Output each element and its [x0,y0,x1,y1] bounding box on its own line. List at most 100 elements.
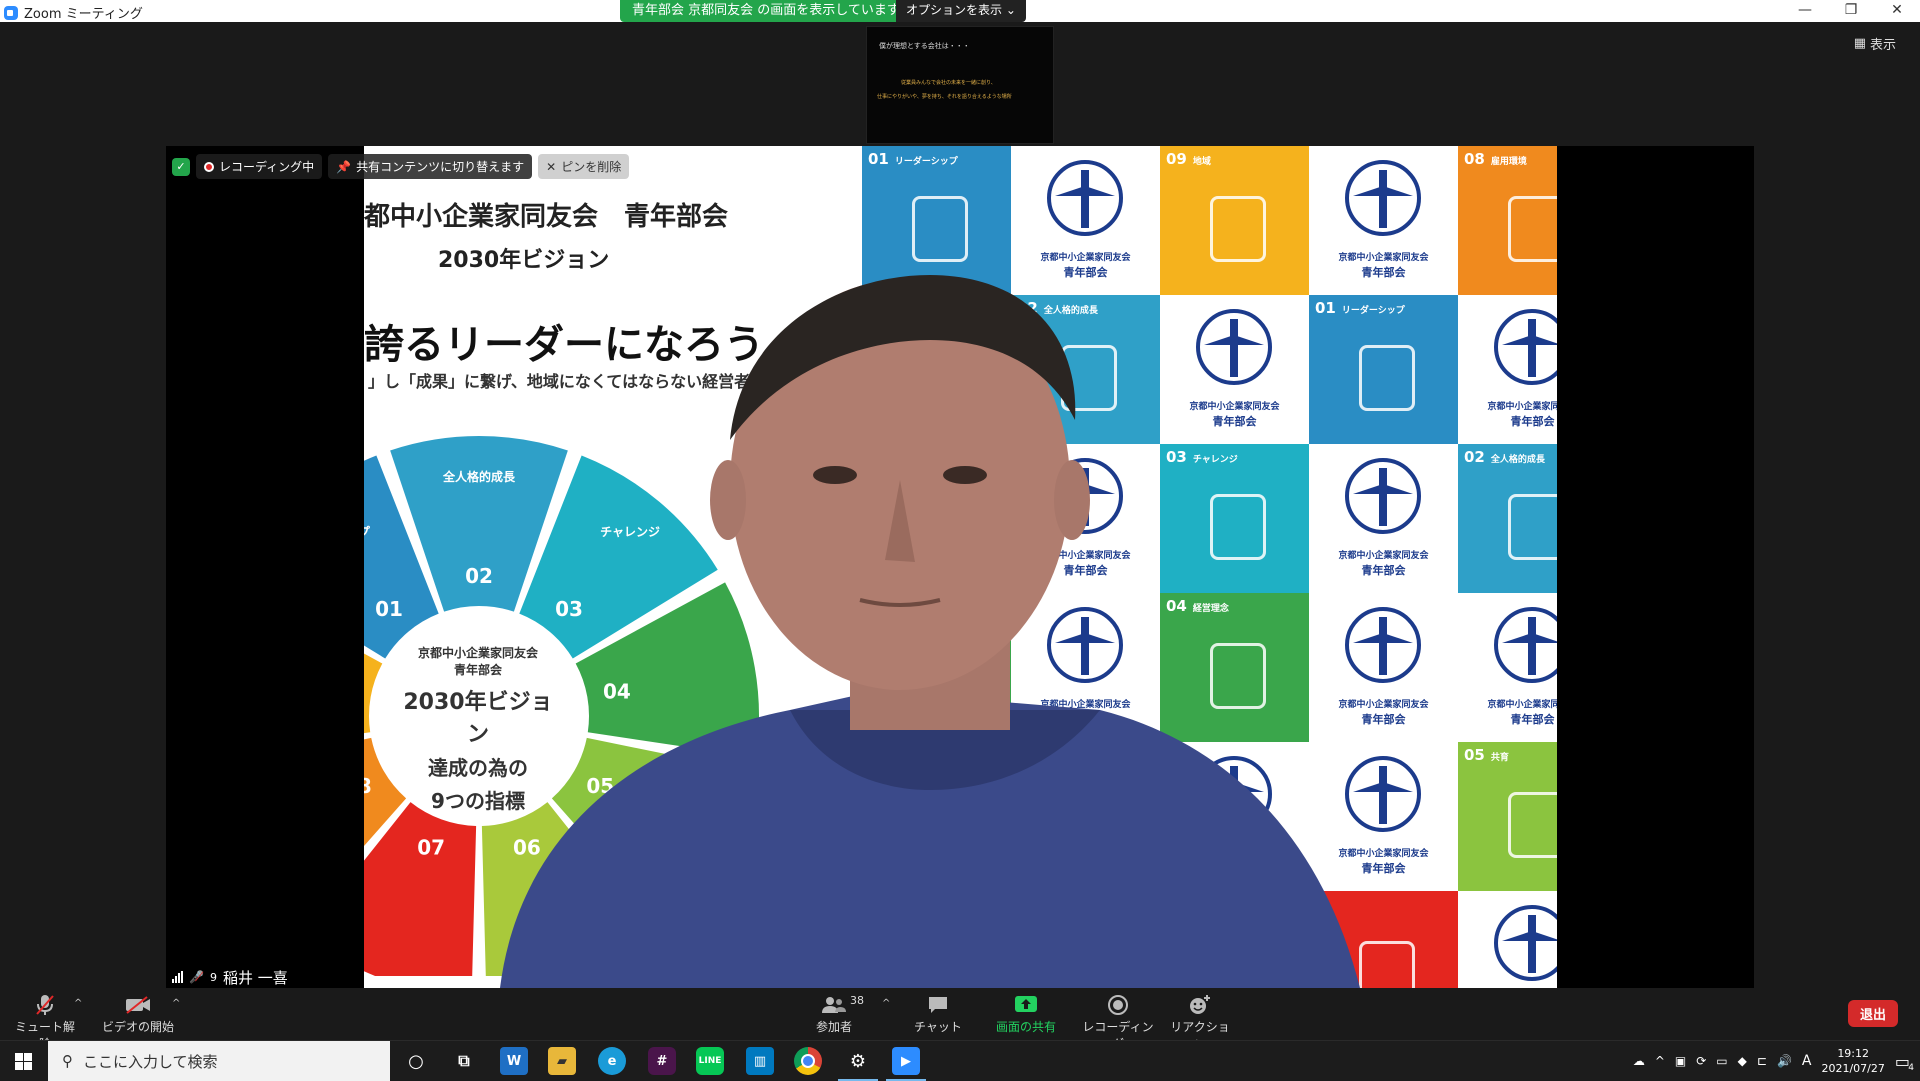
mic-muted-icon: 🎤̸ [189,970,204,984]
slack-icon[interactable]: # [648,1047,676,1075]
volume-icon[interactable]: 🔊 [1777,1054,1792,1068]
meeting-toolbar: ミュート解除 ^ ビデオの開始 ^ 参加者 38 ^ チャット 画面の共有 レコ… [0,988,1920,1051]
start-button[interactable] [0,1041,46,1081]
thumbnail-line3: 仕事にやりがいや、夢を持ち、それを語り合えるような場所 [877,94,1012,100]
tile-caption: 共育 [1490,753,1509,763]
window-title-bar: Zoom ミーティング 青年部会 京都同友会 の画面を表示しています オプション… [0,0,1920,22]
tile-pictogram-icon [1508,494,1557,560]
tile-pictogram-icon [912,196,968,262]
participant-name-tag: 🎤̸ 9 稲井 一喜 [166,966,294,988]
word-app-icon[interactable]: W [500,1047,528,1075]
view-label: 表示 [1869,38,1896,53]
thumbnail-line1: 僕が理想とする会社は・・・ [879,42,970,50]
view-button[interactable]: ▦ 表示 [1854,34,1896,53]
record-icon [1080,992,1156,1018]
logo-org-name: 京都中小企業家同友会 [1487,700,1557,710]
tray-app-icon[interactable]: ▣ [1675,1054,1686,1068]
doyukai-logo-icon [1494,309,1557,385]
tile-label: 05 共育 [1464,746,1509,764]
tile-caption: 雇用環境 [1490,157,1527,167]
windows-taskbar: ⚲ ここに入力して検索 ○ ⧉ W ▰ e # LINE ▥ ⚙ ▶ ☁ ^ ▣… [0,1040,1920,1081]
tile-number: 02 [1464,448,1485,466]
tile-pictogram-icon [1508,792,1557,858]
task-view-icon[interactable]: ⧉ [450,1047,478,1075]
participants-label: 参加者 [815,1020,852,1034]
grid-color-tile: 02 全人格的成長 [1458,444,1557,593]
mic-off-icon [12,992,78,1018]
logo-org-name: 京都中小企業家同友会 [1487,402,1557,412]
participants-caret-icon[interactable]: ^ [882,998,890,1009]
chat-button[interactable]: チャット [912,992,964,1035]
wheel-number: 08 [364,774,372,798]
chat-bubble-icon [912,992,964,1018]
grid-logo-tile: 京都中小企業家同友会青年部会 [1458,593,1557,742]
notifications-icon[interactable]: ▭ 4 [1895,1052,1914,1073]
file-explorer-icon[interactable]: ▰ [548,1047,576,1075]
network-icon[interactable]: ▭ [1716,1054,1727,1068]
pin-icon: 📌 [336,159,352,174]
line-app-icon[interactable]: LINE [696,1047,724,1075]
view-options-button[interactable]: オプションを表示 ⌄ [896,0,1026,22]
taskbar-search-box[interactable]: ⚲ ここに入力して検索 [48,1041,390,1081]
tile-label: 02 全人格的成長 [1464,448,1545,466]
windows-logo-icon [14,1052,32,1070]
tile-caption: 全人格的成長 [1490,455,1545,465]
start-video-button[interactable]: ビデオの開始 [102,992,174,1035]
dropbox-icon[interactable]: ◆ [1738,1054,1747,1068]
tray-sync-icon[interactable]: ⟳ [1696,1054,1706,1068]
settings-gear-icon[interactable]: ⚙ [838,1047,878,1081]
logo-org-name: 京都中小企業家同友会 [1338,253,1429,263]
chrome-icon[interactable] [794,1047,822,1075]
switch-to-share-button[interactable]: 📌 共有コンテンツに切り替えます [328,154,533,179]
encryption-shield-icon[interactable]: ✓ [172,157,190,176]
tile-pictogram-icon [1210,196,1266,262]
participants-count: 38 [850,994,864,1007]
tile-label: 01 リーダーシップ [868,150,958,168]
recording-indicator[interactable]: レコーディング中 [196,154,323,179]
view-options-label: オプションを表示 [906,3,1003,17]
logo-org-unit: 青年部会 [1510,415,1555,428]
grid-icon: ▦ [1853,36,1866,51]
ime-indicator[interactable]: A [1802,1053,1812,1069]
shared-screen-thumbnail[interactable]: 僕が理想とする会社は・・・ 従業員みんなで会社の未来を一緒に創り、 仕事にやりが… [866,26,1054,144]
chat-label: チャット [914,1020,962,1034]
taskbar-clock[interactable]: 19:12 2021/07/27 [1821,1046,1884,1076]
notification-count: 4 [1908,1062,1914,1073]
edge-browser-icon[interactable]: e [598,1047,626,1075]
cortana-icon[interactable]: ○ [402,1047,430,1075]
close-button[interactable]: ✕ [1874,0,1920,22]
logo-plane-shape [1528,617,1536,675]
restore-button[interactable]: ❐ [1828,0,1874,22]
window-title: Zoom ミーティング [24,7,143,22]
grid-color-tile: 05 共育 [1458,742,1557,891]
search-icon: ⚲ [62,1052,73,1070]
tile-label: 08 雇用環境 [1464,150,1527,168]
audio-options-caret-icon[interactable]: ^ [74,998,82,1009]
window-controls: — ❐ ✕ [1782,0,1920,22]
trello-icon[interactable]: ▥ [746,1047,774,1075]
zoom-logo-icon [4,5,18,20]
drive-icon[interactable]: ⊏ [1757,1054,1767,1068]
zoom-app-icon[interactable]: ▶ [886,1047,926,1081]
minimize-button[interactable]: — [1782,0,1828,22]
logo-org-name: 京都中小企業家同友会 [1040,253,1131,263]
tile-number: 05 [1464,746,1485,764]
signal-strength-icon [172,971,183,983]
tile-number: 09 [1166,150,1187,168]
tile-caption: 地域 [1192,157,1211,167]
video-options-caret-icon[interactable]: ^ [172,998,180,1009]
leave-meeting-button[interactable]: 退出 [1847,1000,1898,1027]
logo-plane-shape [1528,915,1536,973]
unpin-icon: ✕ [546,159,557,174]
unpin-button[interactable]: ✕ ピンを削除 [538,154,630,179]
clock-date: 2021/07/27 [1821,1062,1885,1075]
weather-icon[interactable]: ☁ [1633,1054,1645,1068]
share-screen-button[interactable]: 画面の共有 [990,992,1062,1035]
wheel-number: 01 [375,597,403,621]
tile-label: 09 地域 [1166,150,1211,168]
show-hidden-icons-icon[interactable]: ^ [1655,1054,1665,1068]
clock-time: 19:12 [1837,1047,1870,1060]
grid-logo-tile: 京都中小企業家同友会青年部会 [1458,295,1557,444]
app-title: Zoom ミーティング [4,3,143,22]
share-screen-icon [990,992,1062,1018]
